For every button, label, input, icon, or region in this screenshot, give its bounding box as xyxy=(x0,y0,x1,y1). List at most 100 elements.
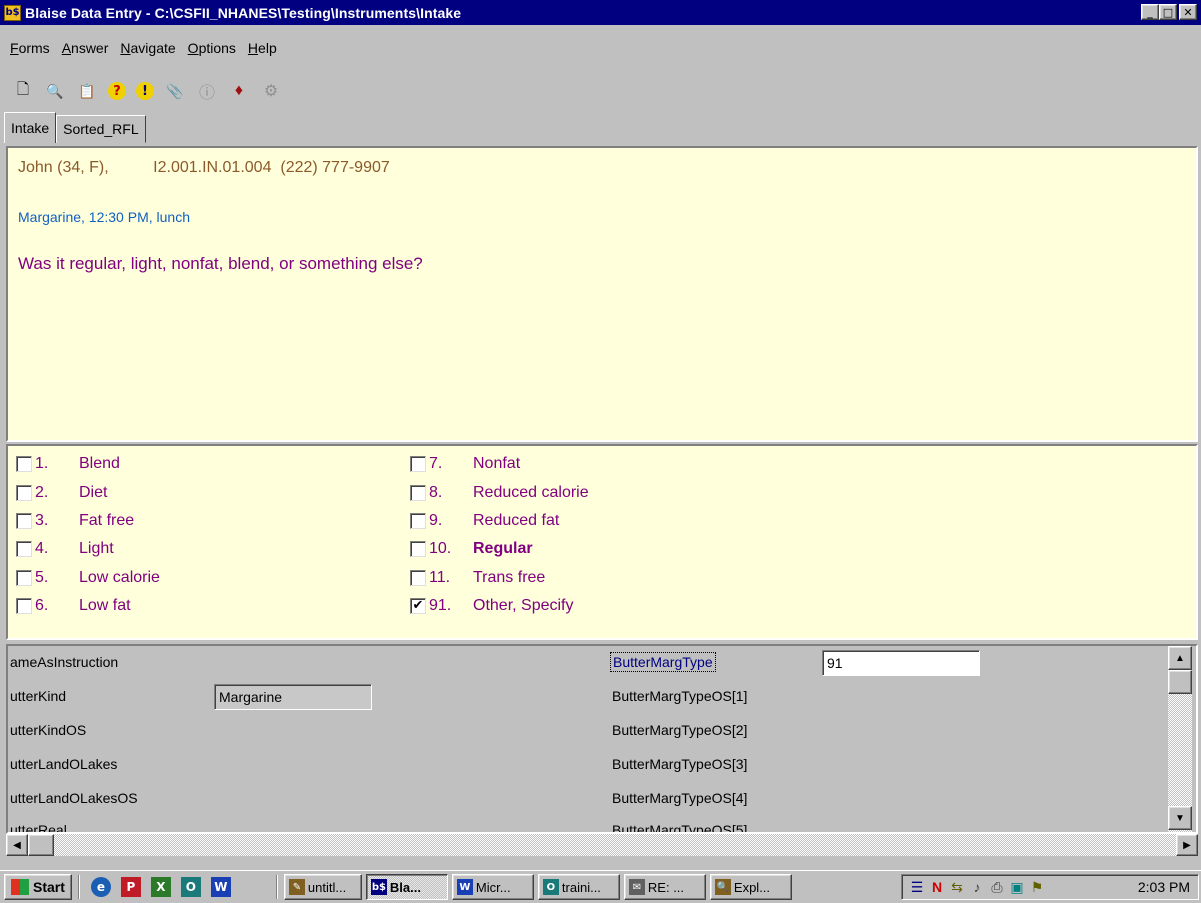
answer-checkbox[interactable] xyxy=(16,456,32,472)
window-controls: _ □ ✕ xyxy=(1141,4,1197,20)
taskbar-separator xyxy=(77,875,80,899)
task-button-active[interactable]: b$ Bla... xyxy=(365,874,448,900)
scroll-down-button[interactable]: ▼ xyxy=(1168,806,1192,830)
app-icon[interactable]: b$ xyxy=(4,4,21,21)
toolbar: 🗋 🔍 📋 ? ! 📎 ⓘ ♦ ⚙ xyxy=(12,80,282,103)
field-name[interactable]: utterKindOS xyxy=(10,722,86,738)
task-button[interactable]: O traini... xyxy=(537,874,620,900)
answer-option[interactable]: ✔ 91. Other, Specify xyxy=(410,595,574,617)
answer-checkbox[interactable] xyxy=(16,513,32,529)
menu-options[interactable]: Options xyxy=(182,36,242,60)
field-row: utterReal ButterMargTypeOS[5] xyxy=(8,816,1168,832)
misc-icon[interactable]: ⚑ xyxy=(1028,878,1046,896)
excel-icon[interactable]: X xyxy=(150,877,171,897)
answer-option[interactable]: 11. Trans free xyxy=(410,567,545,589)
scroll-thumb[interactable] xyxy=(1168,670,1192,694)
answer-checkbox[interactable] xyxy=(410,456,426,472)
field-name[interactable]: ButterMargTypeOS[3] xyxy=(612,756,747,772)
vertical-scrollbar[interactable]: ▲ ▼ xyxy=(1168,646,1192,832)
watch-icon[interactable]: ⚙ xyxy=(260,80,282,102)
tag-icon[interactable]: ♦ xyxy=(228,80,250,102)
answer-option[interactable]: 10. Regular xyxy=(410,538,533,560)
menu-answer[interactable]: Answer xyxy=(56,36,115,60)
new-page-icon[interactable]: 🗋 xyxy=(12,80,34,102)
answer-option[interactable]: 2. Diet xyxy=(16,482,107,504)
answer-option[interactable]: 8. Reduced calorie xyxy=(410,482,589,504)
explorer-icon: 🔍 xyxy=(714,879,731,895)
field-name[interactable]: ButterMargTypeOS[5] xyxy=(612,822,747,832)
minimize-button[interactable]: _ xyxy=(1141,4,1159,20)
answer-checkbox[interactable] xyxy=(410,541,426,557)
tab-sorted-rfl[interactable]: Sorted_RFL xyxy=(56,115,146,143)
find-icon[interactable]: 🔍 xyxy=(44,80,66,102)
answer-checkbox[interactable] xyxy=(410,513,426,529)
copy-icon[interactable]: 📋 xyxy=(76,80,98,102)
field-name[interactable]: ButterMargTypeOS[2] xyxy=(612,722,747,738)
active-answer-field[interactable]: 91 xyxy=(822,650,980,676)
answer-checkbox[interactable] xyxy=(16,541,32,557)
ie-icon[interactable]: e xyxy=(90,877,111,897)
field-row: ameAsInstruction ButterMargType 91 xyxy=(8,646,1168,680)
answer-checkbox[interactable] xyxy=(16,598,32,614)
answer-option[interactable]: 5. Low calorie xyxy=(16,567,160,589)
display-icon[interactable]: ▣ xyxy=(1008,878,1026,896)
field-name[interactable]: utterLandOLakesOS xyxy=(10,790,138,806)
taskbar-separator xyxy=(275,875,278,899)
menu-navigate[interactable]: Navigate xyxy=(114,36,181,60)
tab-intake[interactable]: Intake xyxy=(4,112,57,143)
field-row: utterKind Margarine ButterMargTypeOS[1] xyxy=(8,680,1168,714)
menu-bar: Forms Answer Navigate Options Help xyxy=(0,36,283,60)
answer-checkbox[interactable]: ✔ xyxy=(410,598,426,614)
n-icon[interactable]: N xyxy=(928,878,946,896)
field-name-active[interactable]: ButterMargType xyxy=(610,652,716,672)
menu-forms[interactable]: Forms xyxy=(4,36,56,60)
title-bar[interactable]: b$ Blaise Data Entry - C:\CSFII_NHANES\T… xyxy=(0,0,1201,25)
outlook-icon[interactable]: O xyxy=(180,877,201,897)
answer-option[interactable]: 7. Nonfat xyxy=(410,453,520,475)
horizontal-scrollbar[interactable]: ◀ ▶ xyxy=(6,834,1198,856)
scroll-up-button[interactable]: ▲ xyxy=(1168,646,1192,670)
respondent-info: John (34, F), I2.001.IN.01.004 (222) 777… xyxy=(18,159,390,176)
answer-option[interactable]: 1. Blend xyxy=(16,453,120,475)
scroll-left-button[interactable]: ◀ xyxy=(6,834,28,856)
help-icon[interactable]: ? xyxy=(108,82,126,100)
word-icon[interactable]: W xyxy=(210,877,231,897)
info-icon[interactable]: ! xyxy=(136,82,154,100)
task-button[interactable]: 🔍 Expl... xyxy=(709,874,792,900)
word-icon: W xyxy=(456,879,473,895)
blaise-icon: b$ xyxy=(370,879,387,895)
field-name[interactable]: utterReal xyxy=(10,822,67,832)
field-value[interactable]: Margarine xyxy=(214,684,372,710)
clock[interactable]: 2:03 PM xyxy=(1138,879,1190,895)
answer-checkbox[interactable] xyxy=(16,570,32,586)
start-button[interactable]: Start xyxy=(4,874,72,900)
field-name[interactable]: utterKind xyxy=(10,688,66,704)
printer-icon[interactable]: ⎙ xyxy=(988,878,1006,896)
food-context: Margarine, 12:30 PM, lunch xyxy=(18,209,190,225)
powerpoint-icon[interactable]: P xyxy=(120,877,141,897)
attach-icon[interactable]: 📎 xyxy=(164,80,186,102)
field-name[interactable]: utterLandOLakes xyxy=(10,756,117,772)
answer-checkbox[interactable] xyxy=(410,485,426,501)
maximize-button[interactable]: □ xyxy=(1159,4,1177,20)
scroll-thumb-horizontal[interactable] xyxy=(28,834,54,856)
task-button[interactable]: ✉ RE: ... xyxy=(623,874,706,900)
answer-option[interactable]: 4. Light xyxy=(16,538,114,560)
field-name[interactable]: ameAsInstruction xyxy=(10,654,118,670)
answer-option[interactable]: 3. Fat free xyxy=(16,510,134,532)
network-icon[interactable]: ⇆ xyxy=(948,878,966,896)
menu-help[interactable]: Help xyxy=(242,36,283,60)
answer-checkbox[interactable] xyxy=(410,570,426,586)
volume-icon[interactable]: ♪ xyxy=(968,878,986,896)
task-button[interactable]: W Micr... xyxy=(451,874,534,900)
about-icon[interactable]: ⓘ xyxy=(196,80,218,102)
field-name[interactable]: ButterMargTypeOS[4] xyxy=(612,790,747,806)
field-name[interactable]: ButterMargTypeOS[1] xyxy=(612,688,747,704)
scroll-right-button[interactable]: ▶ xyxy=(1176,834,1198,856)
answer-option[interactable]: 9. Reduced fat xyxy=(410,510,559,532)
antivirus-icon[interactable]: ☰ xyxy=(908,878,926,896)
answer-checkbox[interactable] xyxy=(16,485,32,501)
task-button[interactable]: ✎ untitl... xyxy=(283,874,362,900)
close-button[interactable]: ✕ xyxy=(1179,4,1197,20)
answer-option[interactable]: 6. Low fat xyxy=(16,595,131,617)
